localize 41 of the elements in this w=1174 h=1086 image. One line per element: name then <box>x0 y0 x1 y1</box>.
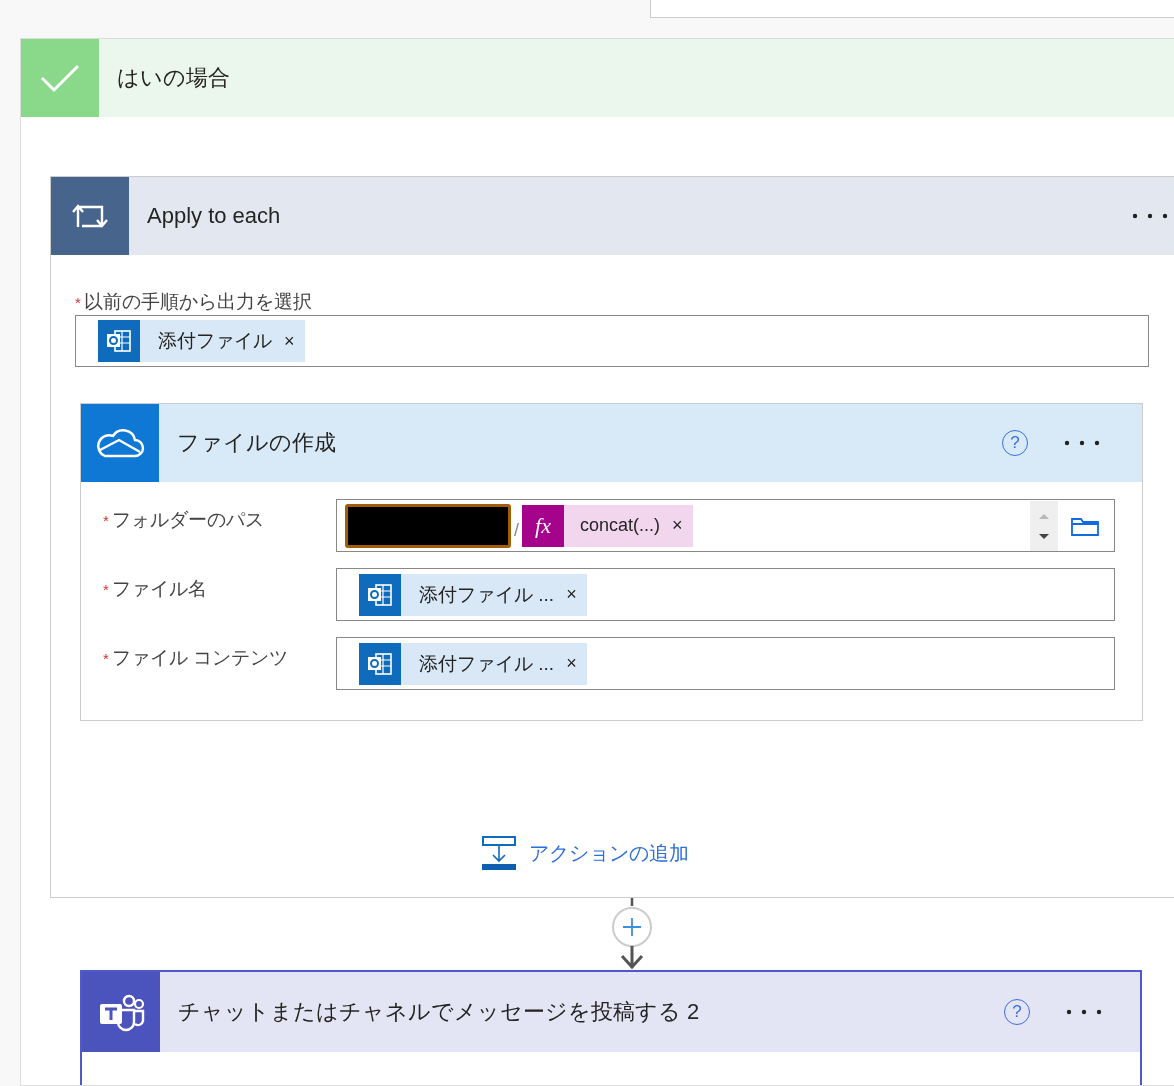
checkmark-icon <box>40 63 80 93</box>
token-label: 添付ファイル <box>158 329 272 353</box>
token-label: 添付ファイル ... <box>419 651 555 676</box>
required-mark: * <box>103 581 109 598</box>
more-icon[interactable] <box>1064 440 1100 446</box>
insert-step-icon <box>480 835 517 871</box>
add-action-link[interactable]: アクションの追加 <box>480 835 689 871</box>
remove-button[interactable]: × <box>554 584 587 605</box>
field-label: 以前の手順から出力を選択 <box>83 290 312 314</box>
mail-app-icon <box>106 329 132 353</box>
token-chip[interactable]: 添付ファイル ... × <box>359 642 587 685</box>
card-title: チャットまたはチャネルでメッセージを投稿する 2 <box>178 998 700 1026</box>
field-label: ファイル名 <box>111 577 207 601</box>
input-field[interactable]: 添付ファイル ... × <box>336 637 1115 690</box>
token-chip[interactable]: fx concat(...) × <box>522 504 693 547</box>
token-chip[interactable]: 添付ファイル ... × <box>359 573 587 616</box>
card-title: はいの場合 <box>117 64 230 92</box>
mail-app-icon <box>367 651 393 676</box>
remove-button[interactable]: × <box>554 653 587 674</box>
input-field[interactable]: 添付ファイル × <box>75 315 1149 367</box>
remove-button[interactable]: × <box>272 330 305 352</box>
required-mark: * <box>75 294 81 311</box>
remove-button[interactable]: × <box>660 515 693 536</box>
token-chip[interactable]: 添付ファイル × <box>98 320 305 362</box>
required-mark: * <box>103 512 109 529</box>
mail-app-icon <box>367 582 393 607</box>
more-icon[interactable] <box>1066 1009 1102 1015</box>
input-field[interactable]: / fx concat(...) × <box>336 499 1115 552</box>
function-badge: fx <box>522 504 564 547</box>
token-label: concat(...) <box>580 515 661 536</box>
input-field[interactable]: 添付ファイル ... × <box>336 568 1115 621</box>
field-label: フォルダーのパス <box>111 508 264 532</box>
card-title: Apply to each <box>147 203 281 229</box>
path-separator: / <box>514 520 519 541</box>
required-mark: * <box>103 650 109 667</box>
card-title: ファイルの作成 <box>177 429 336 457</box>
field-label: ファイル コンテンツ <box>111 646 289 670</box>
spin-arrows-icon <box>1030 500 1058 551</box>
token-label: 添付ファイル ... <box>419 582 555 607</box>
more-icon[interactable] <box>1132 213 1168 219</box>
cloud-icon <box>95 426 145 460</box>
